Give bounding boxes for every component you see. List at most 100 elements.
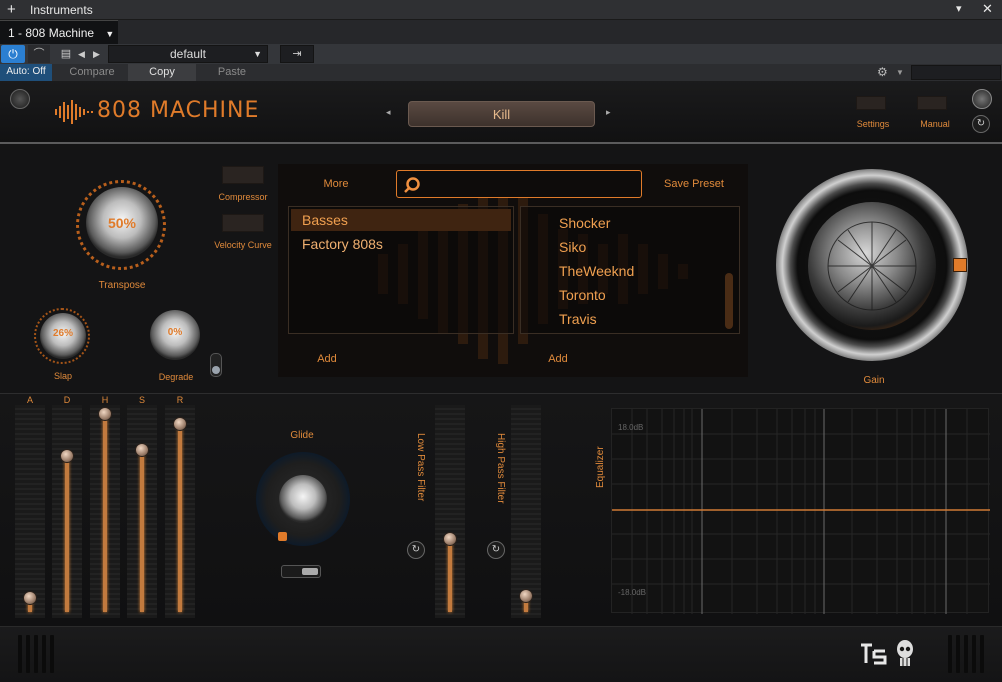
gear-icon[interactable]: ⚙ [877,64,891,81]
preset-list-scrollbar[interactable] [725,273,733,329]
arc-icon[interactable]: ⌒ [28,45,50,63]
settings-label[interactable]: Settings [848,119,898,129]
glide-switch[interactable] [281,565,321,578]
compressor-label: Compressor [218,192,268,202]
vent [18,635,22,673]
attack-slider-thumb[interactable] [23,590,37,605]
velocity-curve-toggle[interactable] [222,214,264,232]
equalizer-grid [612,409,990,614]
compressor-toggle[interactable] [222,166,264,184]
tab-row [0,20,1002,44]
compare-button[interactable]: Compare [57,64,127,81]
close-icon[interactable]: ✕ [982,1,993,17]
degrade-knob[interactable]: 0% [150,310,200,360]
chevron-down-icon: ▼ [253,49,262,59]
manual-button-box[interactable] [917,96,947,110]
transpose-label: Transpose [98,280,146,291]
vent [948,635,952,673]
preset-dropdown-value: default [169,47,207,61]
degrade-switch[interactable] [210,353,222,377]
instrument-tab[interactable]: 1 - 808 Machine ▼ [0,20,118,44]
adsr-track-bg [15,405,45,618]
lowpass-reset-icon[interactable]: ↻ [407,541,425,559]
search-input[interactable] [396,170,642,198]
chevron-down-icon[interactable]: ▼ [896,64,908,81]
eq-top-db: 18.0dB [618,423,644,432]
equalizer-label: Equalizer [595,446,606,488]
list-item[interactable]: Factory 808s [302,236,383,252]
vent [980,635,984,673]
adsr-label-d: D [63,395,71,405]
next-preset-arrow[interactable]: ▸ [606,107,611,118]
prev-preset-arrow[interactable]: ◂ [386,107,391,118]
host-field[interactable] [911,65,1001,80]
gain-indicator [953,258,967,272]
pin-icon[interactable]: ▾ [956,2,962,15]
gain-knob[interactable] [808,202,936,330]
vent [956,635,960,673]
skull-logo-icon [897,640,913,666]
instrument-tab-label: 1 - 808 Machine [8,26,95,40]
highpass-track-bg [511,405,541,618]
list-item[interactable]: Shocker [559,215,610,231]
preset-dropdown[interactable]: default ▼ [108,45,268,63]
eq-bottom-db: -18.0dB [618,588,647,597]
save-preset-button[interactable]: Save Preset [654,178,734,190]
power-button[interactable]: ⏻ [1,45,25,63]
slap-value: 26% [52,328,73,339]
sustain-slider-track [140,450,144,612]
lowpass-label: Low Pass Filter [415,433,426,502]
highpass-slider-thumb[interactable] [519,588,533,603]
preset-browser: More Save Preset Basses Factory 808s Sho… [278,164,748,377]
add-category-button[interactable]: Add [312,353,342,365]
hold-slider-thumb[interactable] [98,407,112,422]
settings-button-box[interactable] [856,96,886,110]
lowpass-slider-track [448,539,452,612]
equalizer-display[interactable]: 18.0dB -18.0dB [611,408,990,614]
velocity-curve-label: Velocity Curve [214,240,272,250]
adsr-label-h: H [101,395,109,405]
list-item[interactable]: Basses [302,212,348,228]
next-preset-icon[interactable]: ▶ [93,45,107,63]
slap-knob[interactable]: 26% [40,313,86,359]
switch-thumb [212,366,220,374]
list-item[interactable]: Travis [559,311,597,327]
list-item[interactable]: TheWeeknd [559,263,634,279]
screw-icon [10,89,30,109]
degrade-label: Degrade [158,372,194,382]
preset-file-icon[interactable]: ▤ [57,45,75,63]
search-icon [404,177,420,193]
highpass-reset-icon[interactable]: ↻ [487,541,505,559]
chevron-down-icon[interactable]: ▼ [105,29,114,39]
transpose-knob[interactable]: 50% [86,187,158,259]
window-titlebar: + Instruments ▾ ✕ [0,0,1002,20]
glide-label: Glide [290,430,314,441]
switch-thumb [302,568,318,575]
paste-button[interactable]: Paste [197,64,267,81]
degrade-value: 0% [167,327,183,338]
add-icon[interactable]: + [7,1,16,18]
list-item[interactable]: Toronto [559,287,606,303]
refresh-icon[interactable]: ↻ [972,115,990,133]
prev-preset-icon[interactable]: ◀ [78,45,92,63]
vent [50,635,54,673]
host-toolbar-2: Auto: Off Compare Copy Paste ⚙ ▼ [0,64,1002,81]
list-item[interactable]: Siko [559,239,586,255]
adsr-label-s: S [138,395,145,405]
glide-knob[interactable] [279,475,327,523]
preset-name-display[interactable]: Kill [408,101,595,127]
copy-button[interactable]: Copy [128,64,196,81]
vent [42,635,46,673]
vent [26,635,30,673]
auto-button[interactable]: Auto: Off [0,64,52,81]
slap-label: Slap [53,371,72,381]
highpass-label: High Pass Filter [495,433,506,504]
manual-label[interactable]: Manual [910,119,960,129]
transpose-value: 50% [107,215,137,231]
glide-indicator [278,532,287,541]
vent [34,635,38,673]
more-button[interactable]: More [308,178,364,190]
add-preset-button[interactable]: Add [543,353,573,365]
export-button[interactable]: ⇥ [280,45,314,63]
plugin-footer [0,626,1002,682]
